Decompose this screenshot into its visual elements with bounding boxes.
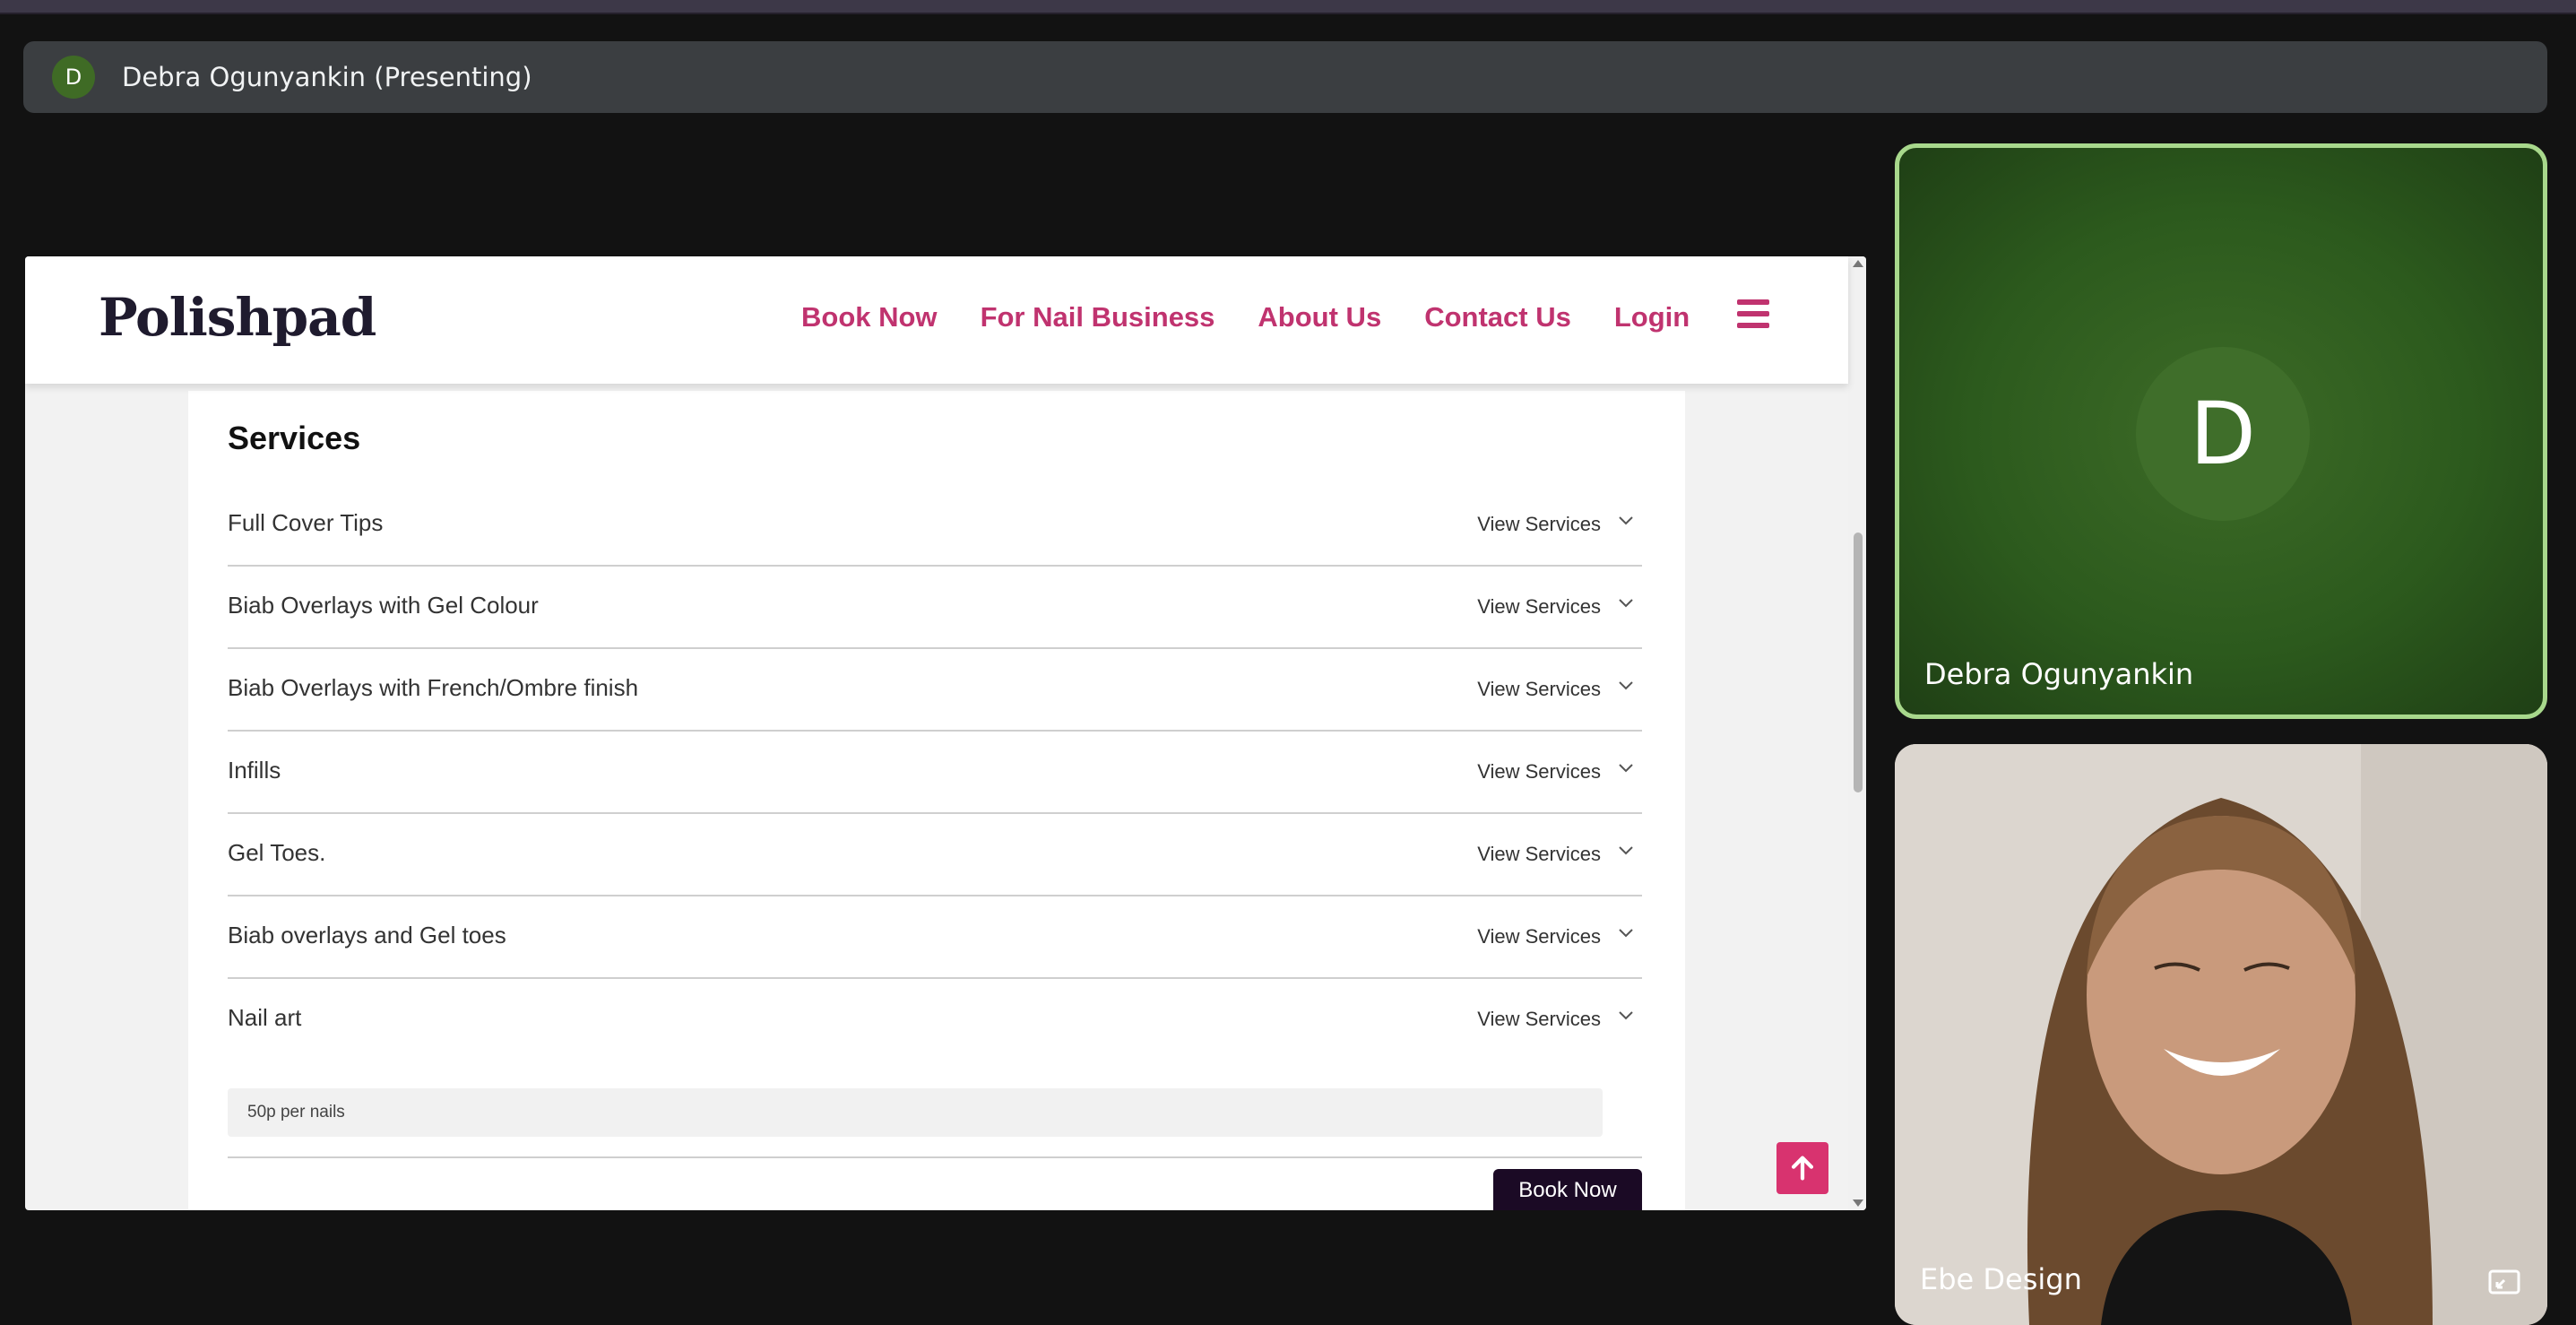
service-row[interactable]: Gel Toes. View Services (228, 812, 1642, 896)
chevron-down-icon[interactable] (1615, 922, 1637, 943)
nav-book-now[interactable]: Book Now (801, 301, 938, 333)
services-title: Services (228, 420, 361, 456)
participant-name: Ebe Design (1920, 1262, 2082, 1296)
expand-icon[interactable] (2488, 1269, 2520, 1295)
chevron-down-icon[interactable] (1615, 839, 1637, 861)
service-name: Biab Overlays with French/Ombre finish (228, 674, 639, 701)
book-now-button[interactable]: Book Now (1493, 1169, 1642, 1210)
service-detail: 50p per nails (228, 1088, 1603, 1137)
view-services-link[interactable]: View Services (1477, 513, 1601, 536)
view-services-link[interactable]: View Services (1477, 595, 1601, 619)
service-row[interactable]: Biab Overlays with French/Ombre finish V… (228, 647, 1642, 732)
window-top-strip (0, 0, 2576, 14)
nav-login[interactable]: Login (1614, 301, 1690, 333)
view-services-link[interactable]: View Services (1477, 843, 1601, 866)
nav-for-nail-business[interactable]: For Nail Business (981, 301, 1215, 333)
service-row[interactable]: Biab Overlays with Gel Colour View Servi… (228, 565, 1642, 649)
hamburger-menu-icon[interactable] (1737, 299, 1769, 330)
participant-tile-debra[interactable]: D Debra Ogunyankin (1895, 143, 2547, 719)
service-name: Biab Overlays with Gel Colour (228, 592, 539, 619)
chevron-down-icon[interactable] (1615, 674, 1637, 696)
service-name: Nail art (228, 1004, 302, 1031)
presenter-bar: D Debra Ogunyankin (Presenting) (23, 41, 2547, 113)
service-row[interactable]: Infills View Services (228, 730, 1642, 814)
participant-tile-ebe[interactable]: Ebe Design (1895, 744, 2547, 1325)
service-name: Gel Toes. (228, 839, 326, 866)
service-name: Infills (228, 757, 281, 784)
participant-video-placeholder (1895, 744, 2547, 1325)
shared-screen: Polishpad Book Now For Nail Business Abo… (25, 256, 1866, 1210)
service-name: Full Cover Tips (228, 509, 384, 536)
arrow-up-icon (1791, 1156, 1814, 1181)
view-services-link[interactable]: View Services (1477, 760, 1601, 784)
nav-about-us[interactable]: About Us (1258, 301, 1381, 333)
presenter-avatar: D (52, 56, 95, 99)
chevron-down-icon[interactable] (1615, 1004, 1637, 1026)
service-row-expanded[interactable]: Nail art View Services 50p per nails (228, 977, 1642, 1158)
service-detail-text: 50p per nails (247, 1103, 345, 1121)
nav-contact-us[interactable]: Contact Us (1424, 301, 1571, 333)
chevron-down-icon[interactable] (1615, 592, 1637, 613)
presenter-label: Debra Ogunyankin (Presenting) (122, 62, 532, 92)
view-services-link[interactable]: View Services (1477, 1008, 1601, 1031)
site-nav: Book Now For Nail Business About Us Cont… (801, 301, 1690, 333)
view-services-link[interactable]: View Services (1477, 925, 1601, 948)
services-card: Services Full Cover Tips View Services B… (188, 391, 1685, 1210)
site-logo[interactable]: Polishpad (99, 287, 376, 348)
service-name: Biab overlays and Gel toes (228, 922, 506, 948)
scroll-down-arrow-icon[interactable] (1853, 1199, 1863, 1207)
service-row[interactable]: Biab overlays and Gel toes View Services (228, 895, 1642, 979)
scrollbar-thumb[interactable] (1854, 533, 1863, 792)
chevron-down-icon[interactable] (1615, 757, 1637, 778)
scroll-to-top-button[interactable] (1776, 1142, 1828, 1194)
participant-name: Debra Ogunyankin (1924, 657, 2194, 691)
page-scrollbar[interactable] (1848, 256, 1866, 1210)
view-services-link[interactable]: View Services (1477, 678, 1601, 701)
chevron-down-icon[interactable] (1615, 509, 1637, 531)
service-row[interactable]: Full Cover Tips View Services (228, 482, 1642, 567)
site-header: Polishpad Book Now For Nail Business Abo… (25, 256, 1848, 384)
scroll-up-arrow-icon[interactable] (1853, 260, 1863, 267)
participant-avatar: D (2136, 347, 2310, 521)
